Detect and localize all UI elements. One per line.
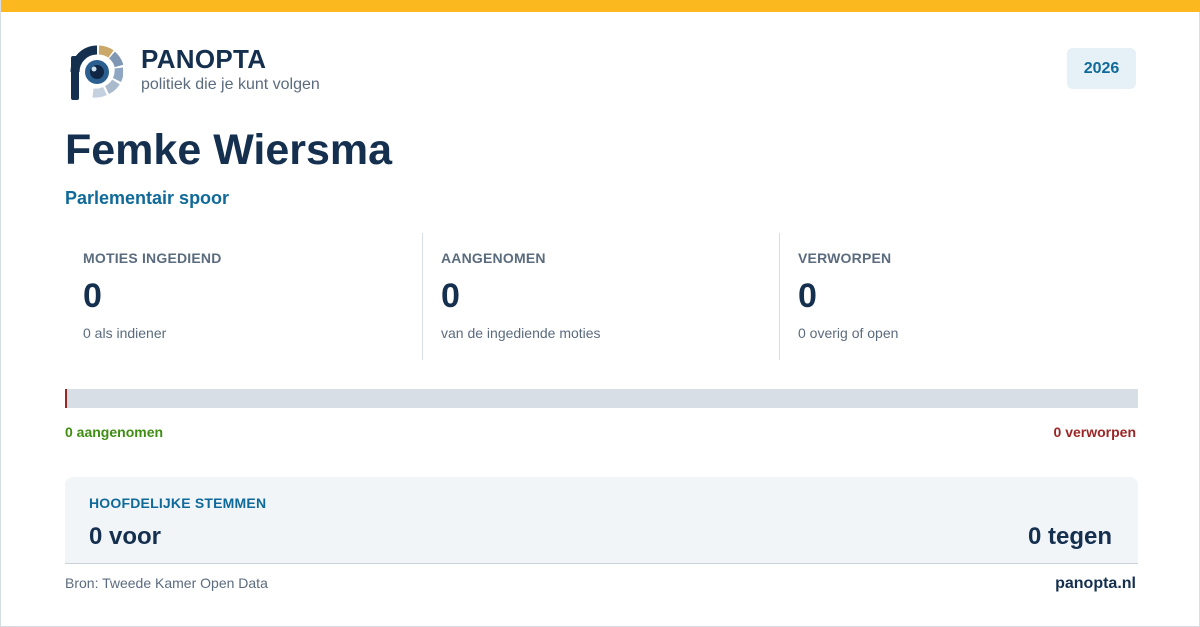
- source-note: Bron: Tweede Kamer Open Data: [65, 575, 268, 591]
- track-label: Parlementair spoor: [65, 188, 230, 208]
- stat-subtext: 0 overig of open: [798, 325, 899, 341]
- stat-subtext: 0 als indiener: [83, 325, 167, 341]
- stat-label: VERWORPEN: [798, 250, 892, 266]
- stat-rejected: VERWORPEN 0 0 overig of open: [779, 233, 1136, 360]
- site-link[interactable]: panopta.nl: [1055, 575, 1136, 593]
- rejected-count-label: 0 verworpen: [1053, 424, 1136, 440]
- stat-value: 0: [441, 277, 460, 315]
- votes-against: 0 tegen: [1027, 523, 1112, 550]
- votes-for: 0 voor: [89, 523, 162, 550]
- stat-label: AANGENOMEN: [441, 250, 546, 266]
- roll-call-votes-panel: HOOFDELIJKE STEMMEN 0 voor 0 tegen: [65, 477, 1138, 564]
- share-card: PANOPTA politiek die je kunt volgen 2026…: [0, 0, 1200, 627]
- brand: PANOPTA politiek die je kunt volgen: [141, 44, 320, 94]
- person-name: Femke Wiersma: [65, 126, 393, 174]
- stat-label: MOTIES INGEDIEND: [83, 250, 222, 266]
- stat-value: 0: [798, 277, 817, 315]
- stats-row: MOTIES INGEDIEND 0 0 als indiener AANGEN…: [65, 233, 1138, 360]
- stat-subtext: van de ingediende moties: [441, 325, 601, 341]
- stat-submitted: MOTIES INGEDIEND 0 0 als indiener: [65, 233, 422, 360]
- votes-heading: HOOFDELIJKE STEMMEN: [89, 495, 267, 511]
- year-badge: 2026: [1067, 48, 1136, 89]
- accent-top-bar: [1, 0, 1200, 12]
- progress-rejected-marker: [65, 389, 67, 408]
- stat-accepted: AANGENOMEN 0 van de ingediende moties: [422, 233, 779, 360]
- accepted-count-label: 0 aangenomen: [65, 424, 164, 440]
- brand-name: PANOPTA: [141, 44, 267, 74]
- motion-progress-bar: [65, 389, 1138, 408]
- stat-value: 0: [83, 277, 102, 315]
- brand-tagline: politiek die je kunt volgen: [141, 76, 320, 93]
- panopta-logo-icon: [70, 45, 123, 100]
